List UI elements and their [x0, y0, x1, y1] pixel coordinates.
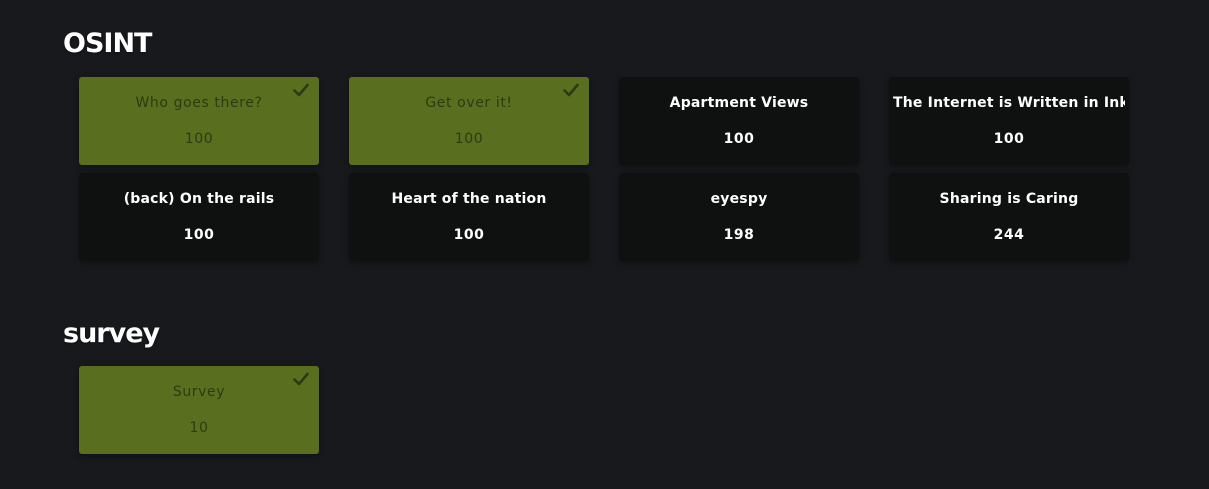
challenge-name: eyespy [710, 191, 768, 207]
check-icon [293, 83, 309, 97]
challenge-points: 100 [993, 131, 1025, 147]
challenge-card-get-over-it[interactable]: Get over it! 100 [349, 77, 589, 165]
challenge-card-heart-of-the-nation[interactable]: Heart of the nation 100 [349, 173, 589, 261]
challenge-name: Survey [172, 384, 226, 400]
challenge-card-sharing-is-caring[interactable]: Sharing is Caring 244 [889, 173, 1129, 261]
challenge-name: Sharing is Caring [939, 191, 1079, 207]
challenge-points: 244 [993, 227, 1025, 243]
check-icon [293, 372, 309, 386]
challenge-card-internet-written-in-ink[interactable]: The Internet is Written in Ink 100 [889, 77, 1129, 165]
challenge-name: Get over it! [425, 95, 513, 111]
challenge-name: The Internet is Written in Ink [893, 95, 1125, 111]
challenge-card-eyespy[interactable]: eyespy 198 [619, 173, 859, 261]
challenge-points: 10 [189, 420, 209, 436]
challenge-points: 100 [453, 227, 485, 243]
challenge-points: 100 [723, 131, 755, 147]
challenge-points: 198 [723, 227, 755, 243]
challenge-points: 100 [454, 131, 484, 147]
category-title-osint: OSINT [63, 28, 152, 59]
challenge-card-survey[interactable]: Survey 10 [79, 366, 319, 454]
challenge-card-apartment-views[interactable]: Apartment Views 100 [619, 77, 859, 165]
challenge-points: 100 [183, 227, 215, 243]
challenge-grid-osint: Who goes there? 100 Get over it! 100 Apa… [79, 77, 1129, 261]
challenge-name: Apartment Views [669, 95, 809, 111]
challenge-card-back-on-the-rails[interactable]: (back) On the rails 100 [79, 173, 319, 261]
challenge-grid-survey: Survey 10 [79, 366, 1129, 454]
challenge-name: (back) On the rails [123, 191, 275, 207]
category-title-survey: survey [63, 318, 160, 349]
challenge-name: Who goes there? [135, 95, 263, 111]
challenge-card-who-goes-there[interactable]: Who goes there? 100 [79, 77, 319, 165]
challenge-name: Heart of the nation [391, 191, 547, 207]
challenge-points: 100 [184, 131, 214, 147]
check-icon [563, 83, 579, 97]
